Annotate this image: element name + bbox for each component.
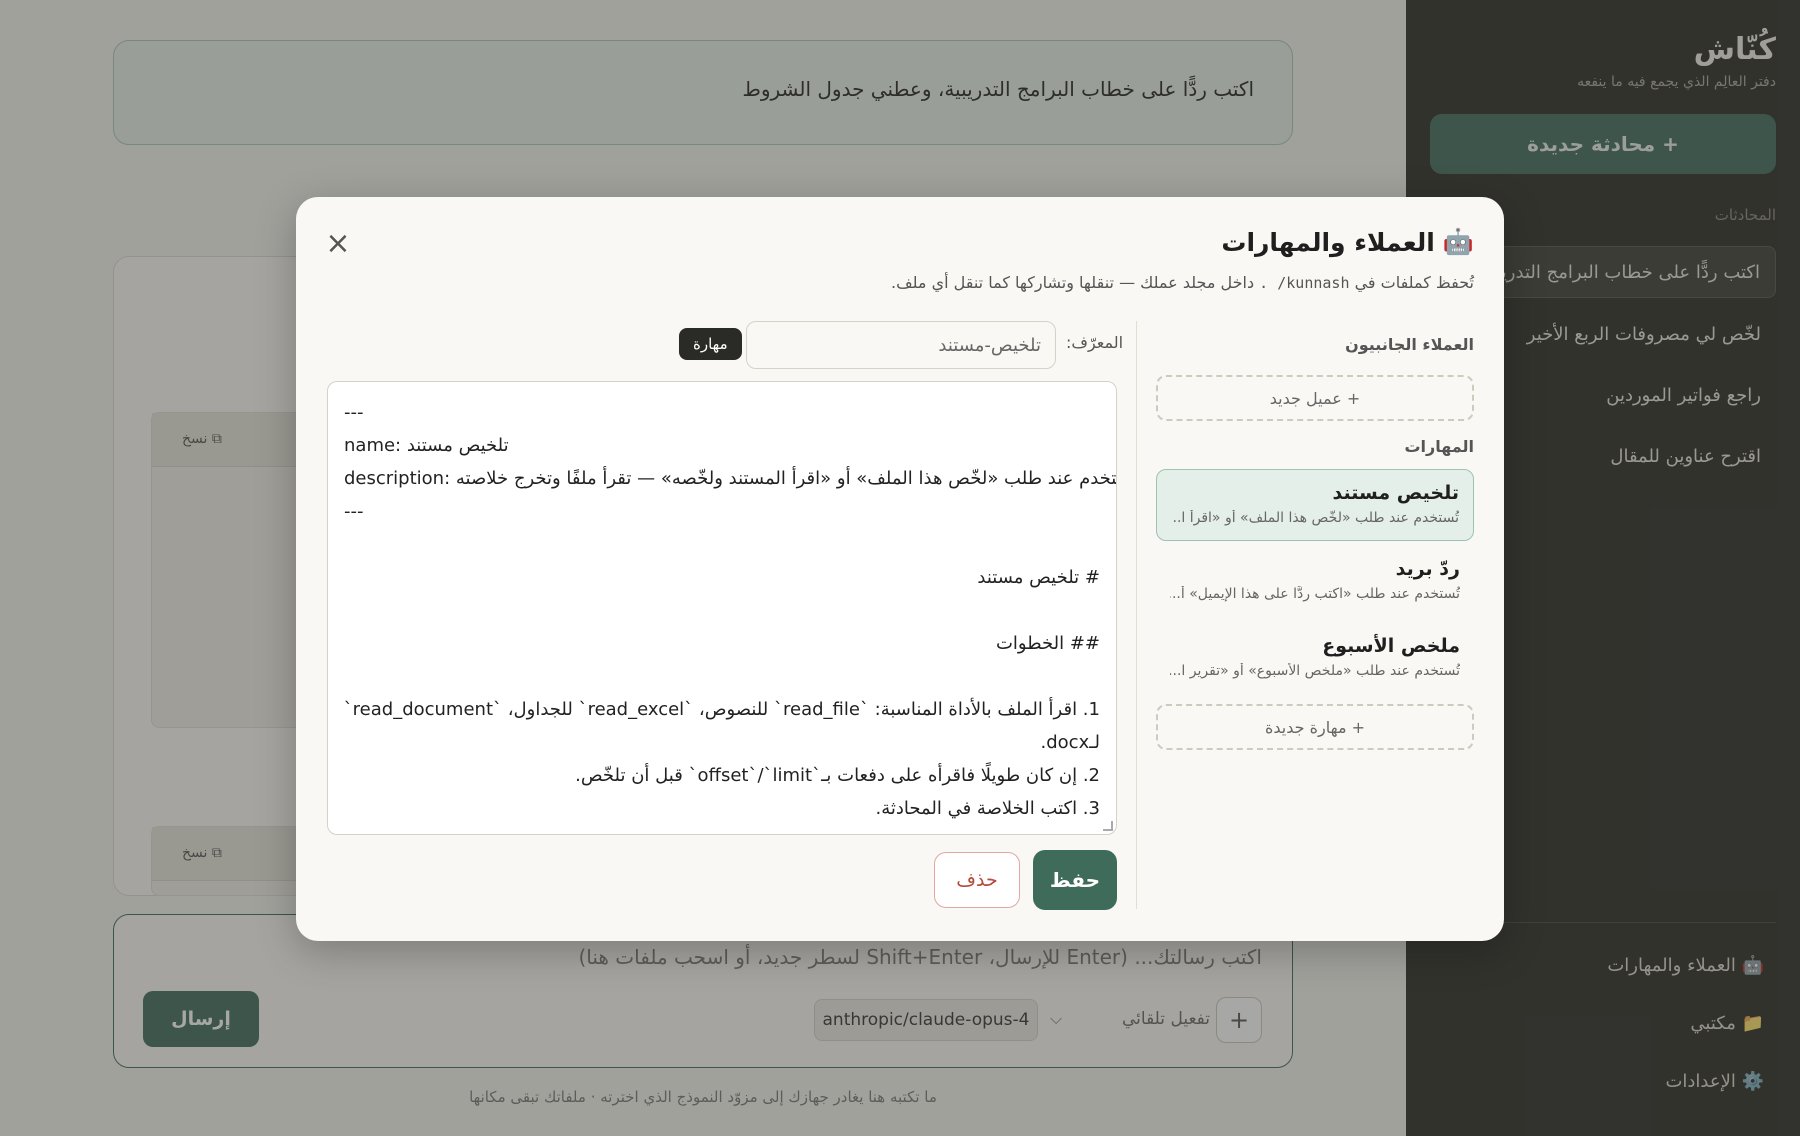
id-label: المعرّف: [1066,333,1124,352]
skill-name: تلخيص مستند [1332,482,1459,504]
resize-handle[interactable] [1103,821,1113,831]
skills-label: المهارات [1404,437,1474,456]
new-skill-button[interactable]: + مهارة جديدة [1156,704,1474,750]
editor-line: ## الخطوات [995,633,1100,654]
folder-path: kunnash/ . [1259,274,1350,292]
editor-line: description: تُستخدم عند طلب «لخّص هذا ا… [344,468,1117,489]
id-input[interactable] [746,321,1056,369]
editor-line: --- [344,501,364,522]
new-agent-button[interactable]: + عميل جديد [1156,375,1474,421]
side-agents-label: العملاء الجانبيون [1345,335,1474,354]
editor-line: --- [344,402,364,423]
type-badge: مهارة [679,328,742,360]
skill-item[interactable]: ملخص الأسبوع تُستخدم عند طلب «ملخص الأسب… [1156,623,1474,695]
modal-title-text: العملاء والمهارات [1221,227,1435,257]
agents-skills-modal: 🤖 العملاء والمهارات تُحفظ كملفات في kunn… [296,197,1504,941]
editor-line: 1. اقرأ الملف بالأداة المناسبة: `read_fi… [343,699,1100,720]
save-button[interactable]: حفظ [1033,850,1117,910]
editor-line: لـdocx. [1040,732,1101,753]
editor-line: 3. اكتب الخلاصة في المحادثة. [875,798,1100,819]
skill-description: تُستخدم عند طلب «لخّص هذا الملف» أو «اقر… [1171,510,1459,526]
subtitle-text: تُحفظ كملفات في [1354,273,1474,292]
editor-line: # تلخيص مستند [977,567,1100,588]
skill-description: تُستخدم عند طلب «اكتب ردًّا على هذا الإي… [1170,586,1460,602]
robot-icon: 🤖 [1442,227,1474,256]
skill-description: تُستخدم عند طلب «ملخص الأسبوع» أو «تقرير… [1170,663,1460,679]
modal-title: 🤖 العملاء والمهارات [1221,227,1474,257]
modal-subtitle: تُحفظ كملفات في kunnash/ . داخل مجلد عمل… [891,273,1474,292]
skill-name: ردّ بريد [1395,558,1460,580]
editor-line: 2. إن كان طويلًا فاقرأه على دفعات بـ`off… [575,765,1100,786]
close-icon[interactable]: × [320,227,356,263]
column-divider [1136,321,1137,909]
skill-name: ملخص الأسبوع [1322,635,1460,657]
delete-button[interactable]: حذف [934,852,1020,908]
skill-item[interactable]: ردّ بريد تُستخدم عند طلب «اكتب ردًّا على… [1156,546,1474,618]
skill-item-active[interactable]: تلخيص مستند تُستخدم عند طلب «لخّص هذا ال… [1156,469,1474,541]
skill-editor-textarea[interactable]: --- name: تلخيص مستند description: تُستخدم… [327,381,1117,835]
editor-line: name: تلخيص مستند [344,435,509,456]
subtitle-text: داخل مجلد عملك — تنقلها وتشاركها كما تنق… [890,273,1255,292]
